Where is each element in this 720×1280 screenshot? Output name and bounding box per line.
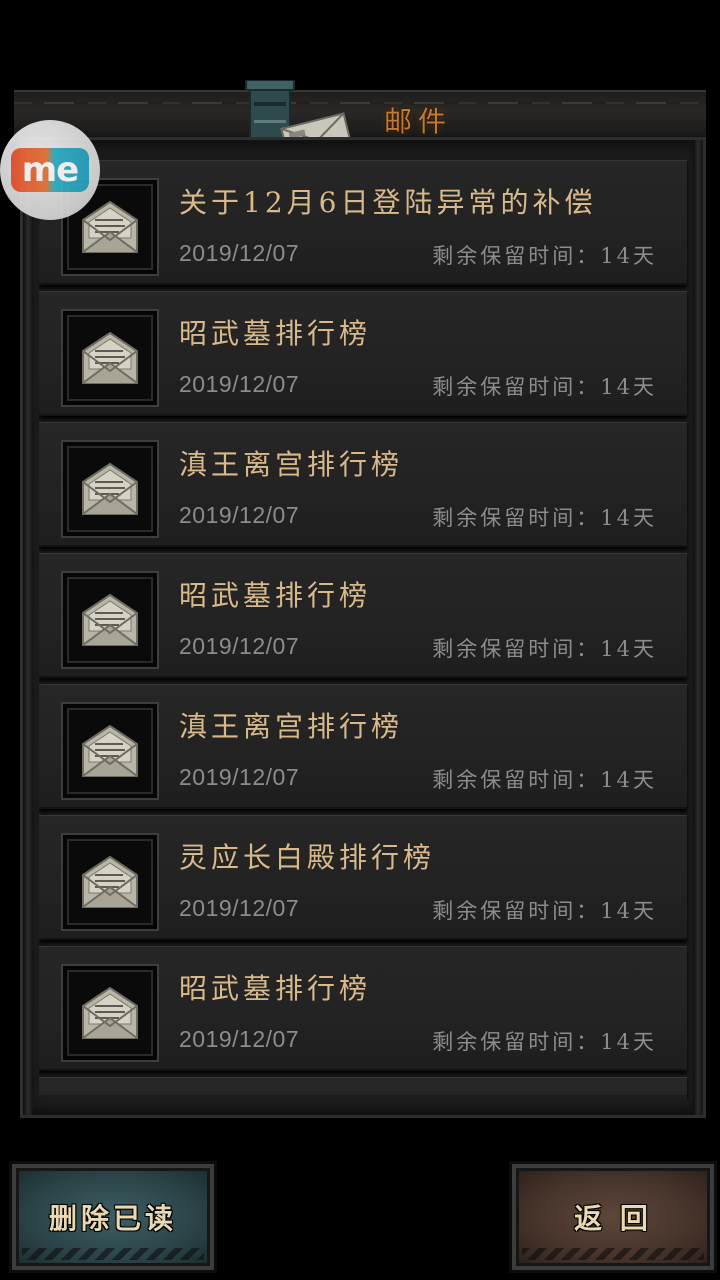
mail-item[interactable]: 关于12月6日登陆异常的补偿 2019/12/07 剩余保留时间：14天 [39,160,687,285]
envelope-open-icon [61,702,159,800]
mail-item[interactable]: 滇王离宫排行榜 2019/12/07 剩余保留时间：14天 [39,684,687,809]
envelope-open-icon [61,571,159,669]
mail-item[interactable]: 滇王离宫排行榜 2019/12/07 剩余保留时间：14天 [39,422,687,547]
me-logo-icon: me [11,148,89,192]
mail-item[interactable]: 昭武墓排行榜 2019/12/07 剩余保留时间：14天 [39,291,687,416]
mail-title: 灵应长白殿排行榜 [179,841,436,874]
mail-date: 2019/12/07 [179,240,300,266]
mail-date: 2019/12/07 [179,895,300,921]
delete-read-label: 删除已读 [48,1202,177,1235]
mail-title: 关于12月6日登陆异常的补偿 [179,186,597,219]
header-bar [14,90,706,138]
mail-title: 昭武墓排行榜 [179,579,372,612]
mail-panel: 关于12月6日登陆异常的补偿 2019/12/07 剩余保留时间：14天 昭武墓排行… [20,137,706,1118]
panel-edge [693,140,703,1115]
mail-item[interactable]: 灵应长白殿排行榜 2019/12/07 剩余保留时间：14天 [39,815,687,940]
mail-list[interactable]: 关于12月6日登陆异常的补偿 2019/12/07 剩余保留时间：14天 昭武墓排行… [39,160,689,1100]
mail-title: 滇王离宫排行榜 [179,448,404,481]
envelope-open-icon [61,309,159,407]
page-title: 邮件 [384,105,453,138]
mail-date: 2019/12/07 [179,371,300,397]
button-ornament [522,1248,704,1260]
delete-read-button[interactable]: 删除已读 [12,1164,214,1270]
mail-item[interactable]: 昭武墓排行榜 2019/12/07 剩余保留时间：14天 [39,946,687,1071]
mail-retention: 剩余保留时间：14天 [432,637,657,661]
mail-title: 昭武墓排行榜 [179,972,372,1005]
mail-title: 滇王离宫排行榜 [179,710,404,743]
mail-retention: 剩余保留时间：14天 [432,899,657,923]
mail-retention: 剩余保留时间：14天 [432,506,657,530]
mail-retention: 剩余保留时间：14天 [432,375,657,399]
mail-date: 2019/12/07 [179,1026,300,1052]
mail-date: 2019/12/07 [179,502,300,528]
mail-screen: 邮件 关于12月6日登陆异常的补偿 2019/12/07 剩余保留时间：14天 昭武… [0,0,720,1280]
panel-edge [23,140,33,1115]
back-label: 返 回 [574,1202,652,1235]
mail-title: 昭武墓排行榜 [179,317,372,350]
mail-date: 2019/12/07 [179,633,300,659]
back-button[interactable]: 返 回 [512,1164,714,1270]
mail-date: 2019/12/07 [179,764,300,790]
envelope-open-icon [61,440,159,538]
mail-retention: 剩余保留时间：14天 [432,1030,657,1054]
mail-item[interactable]: 昭武墓排行榜 2019/12/07 剩余保留时间：14天 [39,553,687,678]
mail-retention: 剩余保留时间：14天 [432,768,657,792]
list-fade [39,1095,687,1100]
button-ornament [22,1248,204,1260]
envelope-open-icon [61,964,159,1062]
mail-retention: 剩余保留时间：14天 [432,244,657,268]
floating-me-badge[interactable]: me [0,120,100,220]
envelope-open-icon [61,833,159,931]
